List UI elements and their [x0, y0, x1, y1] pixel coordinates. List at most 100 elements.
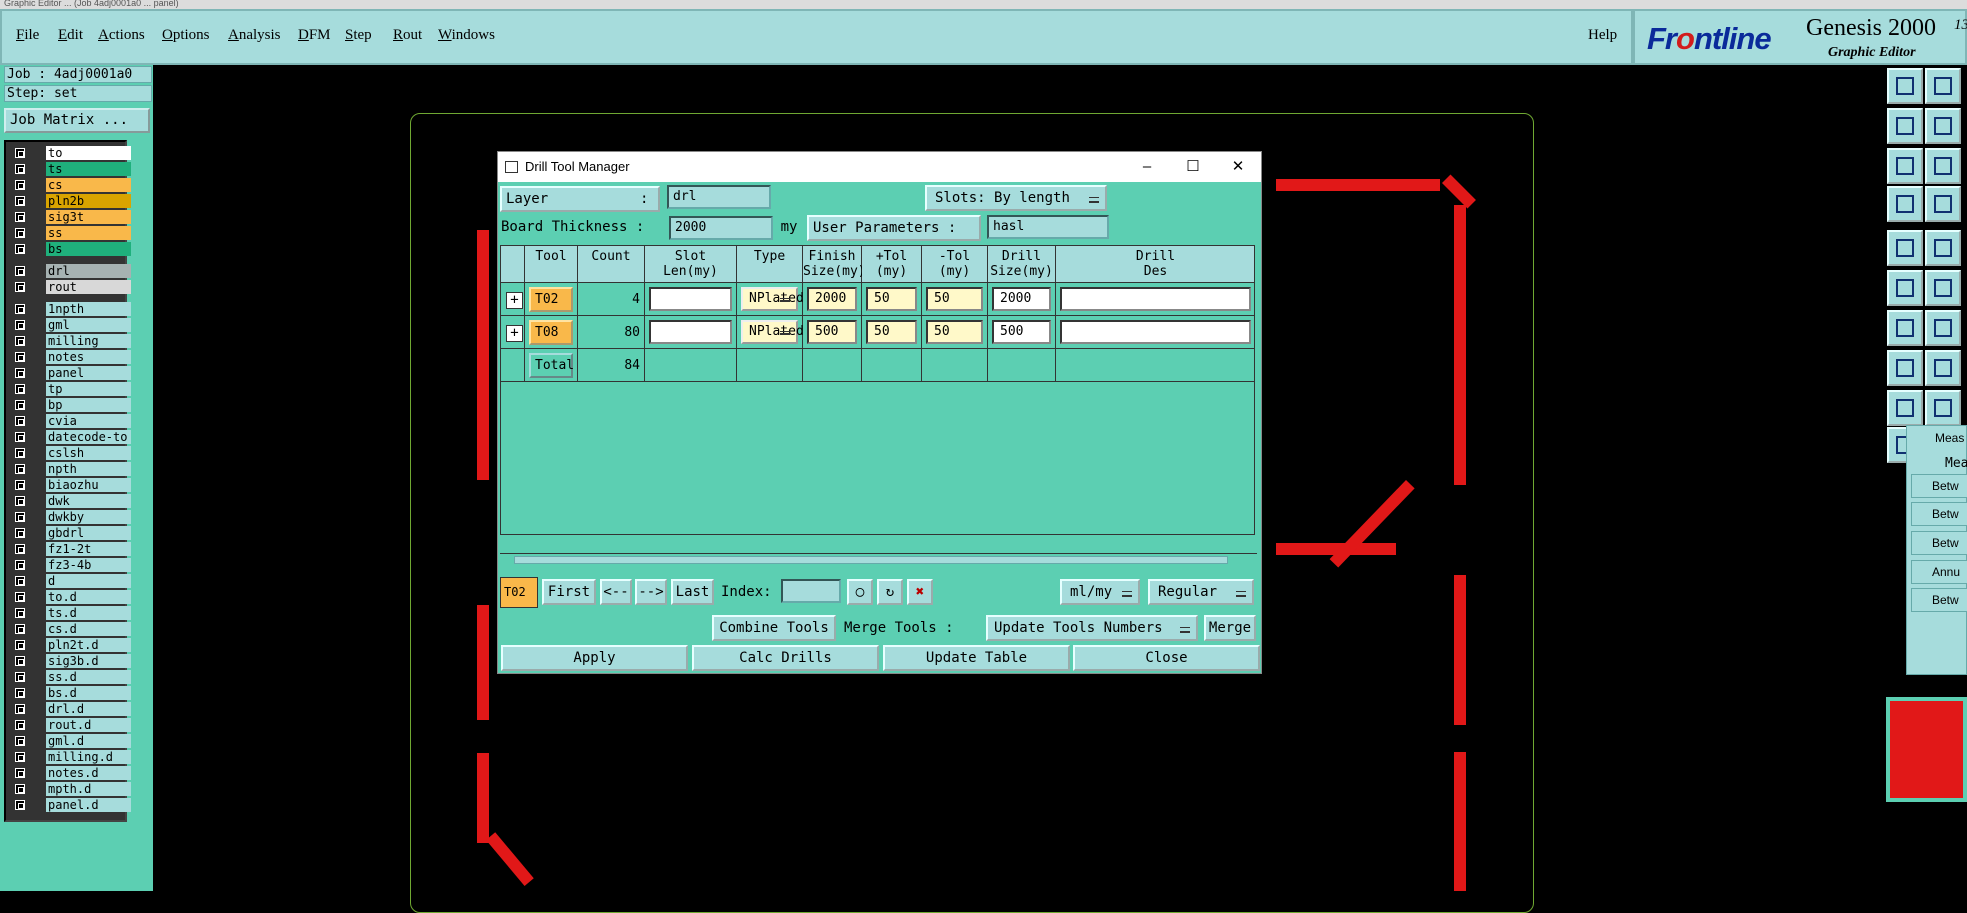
menu-actions[interactable]: Actions: [98, 27, 145, 44]
layer-name[interactable]: notes: [46, 350, 131, 364]
layer-checkbox[interactable]: [15, 336, 25, 346]
layer-row-cslsh[interactable]: cslsh: [10, 446, 131, 460]
layer-checkbox[interactable]: [15, 266, 25, 276]
update-table-button[interactable]: Update Table: [883, 645, 1070, 671]
expand-icon[interactable]: +: [506, 325, 523, 342]
ptol-input[interactable]: 50: [866, 320, 917, 344]
layer-row-gbdrl[interactable]: gbdrl: [10, 526, 131, 540]
expand-icon[interactable]: +: [506, 292, 523, 309]
layer-name[interactable]: datecode-to: [46, 430, 131, 444]
type-select[interactable]: NPlated: [741, 320, 804, 344]
layer-name[interactable]: bs.d: [46, 686, 131, 700]
menu-file[interactable]: File: [16, 27, 39, 44]
line-icon[interactable]: [1887, 310, 1923, 346]
layer-name[interactable]: sig3t: [46, 210, 131, 224]
layer-name[interactable]: notes.d: [46, 766, 131, 780]
layer-row-cs.d[interactable]: cs.d: [10, 622, 131, 636]
layer-name[interactable]: dwk: [46, 494, 131, 508]
layer-row-tp[interactable]: tp: [10, 382, 131, 396]
cross-icon[interactable]: [1925, 270, 1961, 306]
menu-help[interactable]: Help: [1588, 27, 1617, 44]
menu-windows[interactable]: Windows: [438, 27, 495, 44]
layer-row-dwk[interactable]: dwk: [10, 494, 131, 508]
layer-checkbox[interactable]: [15, 320, 25, 330]
finish-input[interactable]: 500: [807, 320, 857, 344]
square-icon[interactable]: [1887, 350, 1923, 386]
layer-row-ts[interactable]: ts: [10, 162, 131, 176]
layer-row-sig3t[interactable]: sig3t: [10, 210, 131, 224]
type-select[interactable]: NPlated: [741, 287, 804, 311]
layer-row-mpth.d[interactable]: mpth.d: [10, 782, 131, 796]
prev-button[interactable]: <--: [600, 579, 632, 605]
layer-name[interactable]: ss: [46, 226, 131, 240]
layer-row-to.d[interactable]: to.d: [10, 590, 131, 604]
layer-name[interactable]: rout.d: [46, 718, 131, 732]
zoom-fit-icon[interactable]: [1887, 148, 1923, 184]
pin-icon[interactable]: [1925, 186, 1961, 222]
layer-name[interactable]: drl.d: [46, 702, 131, 716]
first-button[interactable]: First: [542, 579, 596, 605]
user-parameters-field[interactable]: hasl: [987, 215, 1109, 239]
last-button[interactable]: Last: [671, 579, 714, 605]
layer-row-fz3-4b[interactable]: fz3-4b: [10, 558, 131, 572]
slash-icon[interactable]: [1925, 230, 1961, 266]
layer-checkbox[interactable]: [15, 768, 25, 778]
measure-item[interactable]: Betw: [1911, 502, 1967, 526]
layer-name[interactable]: to.d: [46, 590, 131, 604]
layer-name[interactable]: fz3-4b: [46, 558, 131, 572]
combine-tools-button[interactable]: Combine Tools: [712, 615, 836, 641]
units-option[interactable]: ml/my: [1060, 579, 1140, 605]
layer-checkbox[interactable]: [15, 368, 25, 378]
layer-checkbox[interactable]: [15, 784, 25, 794]
menu-rout[interactable]: Rout: [393, 27, 422, 44]
layer-name[interactable]: milling.d: [46, 750, 131, 764]
layer-name[interactable]: panel.d: [46, 798, 131, 812]
layer-checkbox[interactable]: [15, 560, 25, 570]
minimize-icon[interactable]: –: [1124, 152, 1170, 182]
board-thickness-field[interactable]: 2000: [669, 216, 773, 240]
slot_len-input[interactable]: [649, 320, 732, 344]
layer-name[interactable]: d: [46, 574, 131, 588]
layer-row-to[interactable]: to: [10, 146, 131, 160]
layer-checkbox[interactable]: [15, 752, 25, 762]
apply-button[interactable]: Apply: [501, 645, 688, 671]
layer-checkbox[interactable]: [15, 544, 25, 554]
mtol-input[interactable]: 50: [926, 287, 983, 311]
layer-name[interactable]: cs: [46, 178, 131, 192]
layer-row-cvia[interactable]: cvia: [10, 414, 131, 428]
layer-checkbox[interactable]: [15, 800, 25, 810]
layer-row-pln2b[interactable]: pln2b: [10, 194, 131, 208]
drill-input[interactable]: 500: [992, 320, 1051, 344]
layer-checkbox[interactable]: [15, 512, 25, 522]
layer-row-sig3b.d[interactable]: sig3b.d: [10, 654, 131, 668]
next-button[interactable]: -->: [635, 579, 667, 605]
layer-checkbox[interactable]: [15, 672, 25, 682]
user-parameters-button[interactable]: User Parameters :: [807, 215, 981, 241]
layer-name[interactable]: ts: [46, 162, 131, 176]
layer-name[interactable]: drl: [46, 264, 131, 278]
layer-name[interactable]: pln2t.d: [46, 638, 131, 652]
triangle-icon[interactable]: [1887, 390, 1923, 426]
layer-row-panel[interactable]: panel: [10, 366, 131, 380]
layer-checkbox[interactable]: [15, 400, 25, 410]
measure-item[interactable]: Betw: [1911, 474, 1967, 498]
slot_len-input[interactable]: [649, 287, 732, 311]
layer-name[interactable]: pln2b: [46, 194, 131, 208]
tool-button[interactable]: T08: [529, 320, 573, 345]
layer-field[interactable]: drl: [667, 185, 771, 209]
layer-name[interactable]: ss.d: [46, 670, 131, 684]
layer-row-rout.d[interactable]: rout.d: [10, 718, 131, 732]
maximize-icon[interactable]: ☐: [1170, 152, 1216, 182]
layer-checkbox[interactable]: [15, 282, 25, 292]
calc-drills-button[interactable]: Calc Drills: [692, 645, 879, 671]
finish-input[interactable]: 2000: [807, 287, 857, 311]
layer-name[interactable]: cvia: [46, 414, 131, 428]
search-icon[interactable]: ◯: [847, 579, 873, 605]
layer-row-bs[interactable]: bs: [10, 242, 131, 256]
node-icon[interactable]: [1887, 270, 1923, 306]
layer-name[interactable]: mpth.d: [46, 782, 131, 796]
layer-checkbox[interactable]: [15, 576, 25, 586]
index-field[interactable]: [781, 579, 841, 603]
layer-row-cs[interactable]: cs: [10, 178, 131, 192]
arc-icon[interactable]: [1925, 310, 1961, 346]
